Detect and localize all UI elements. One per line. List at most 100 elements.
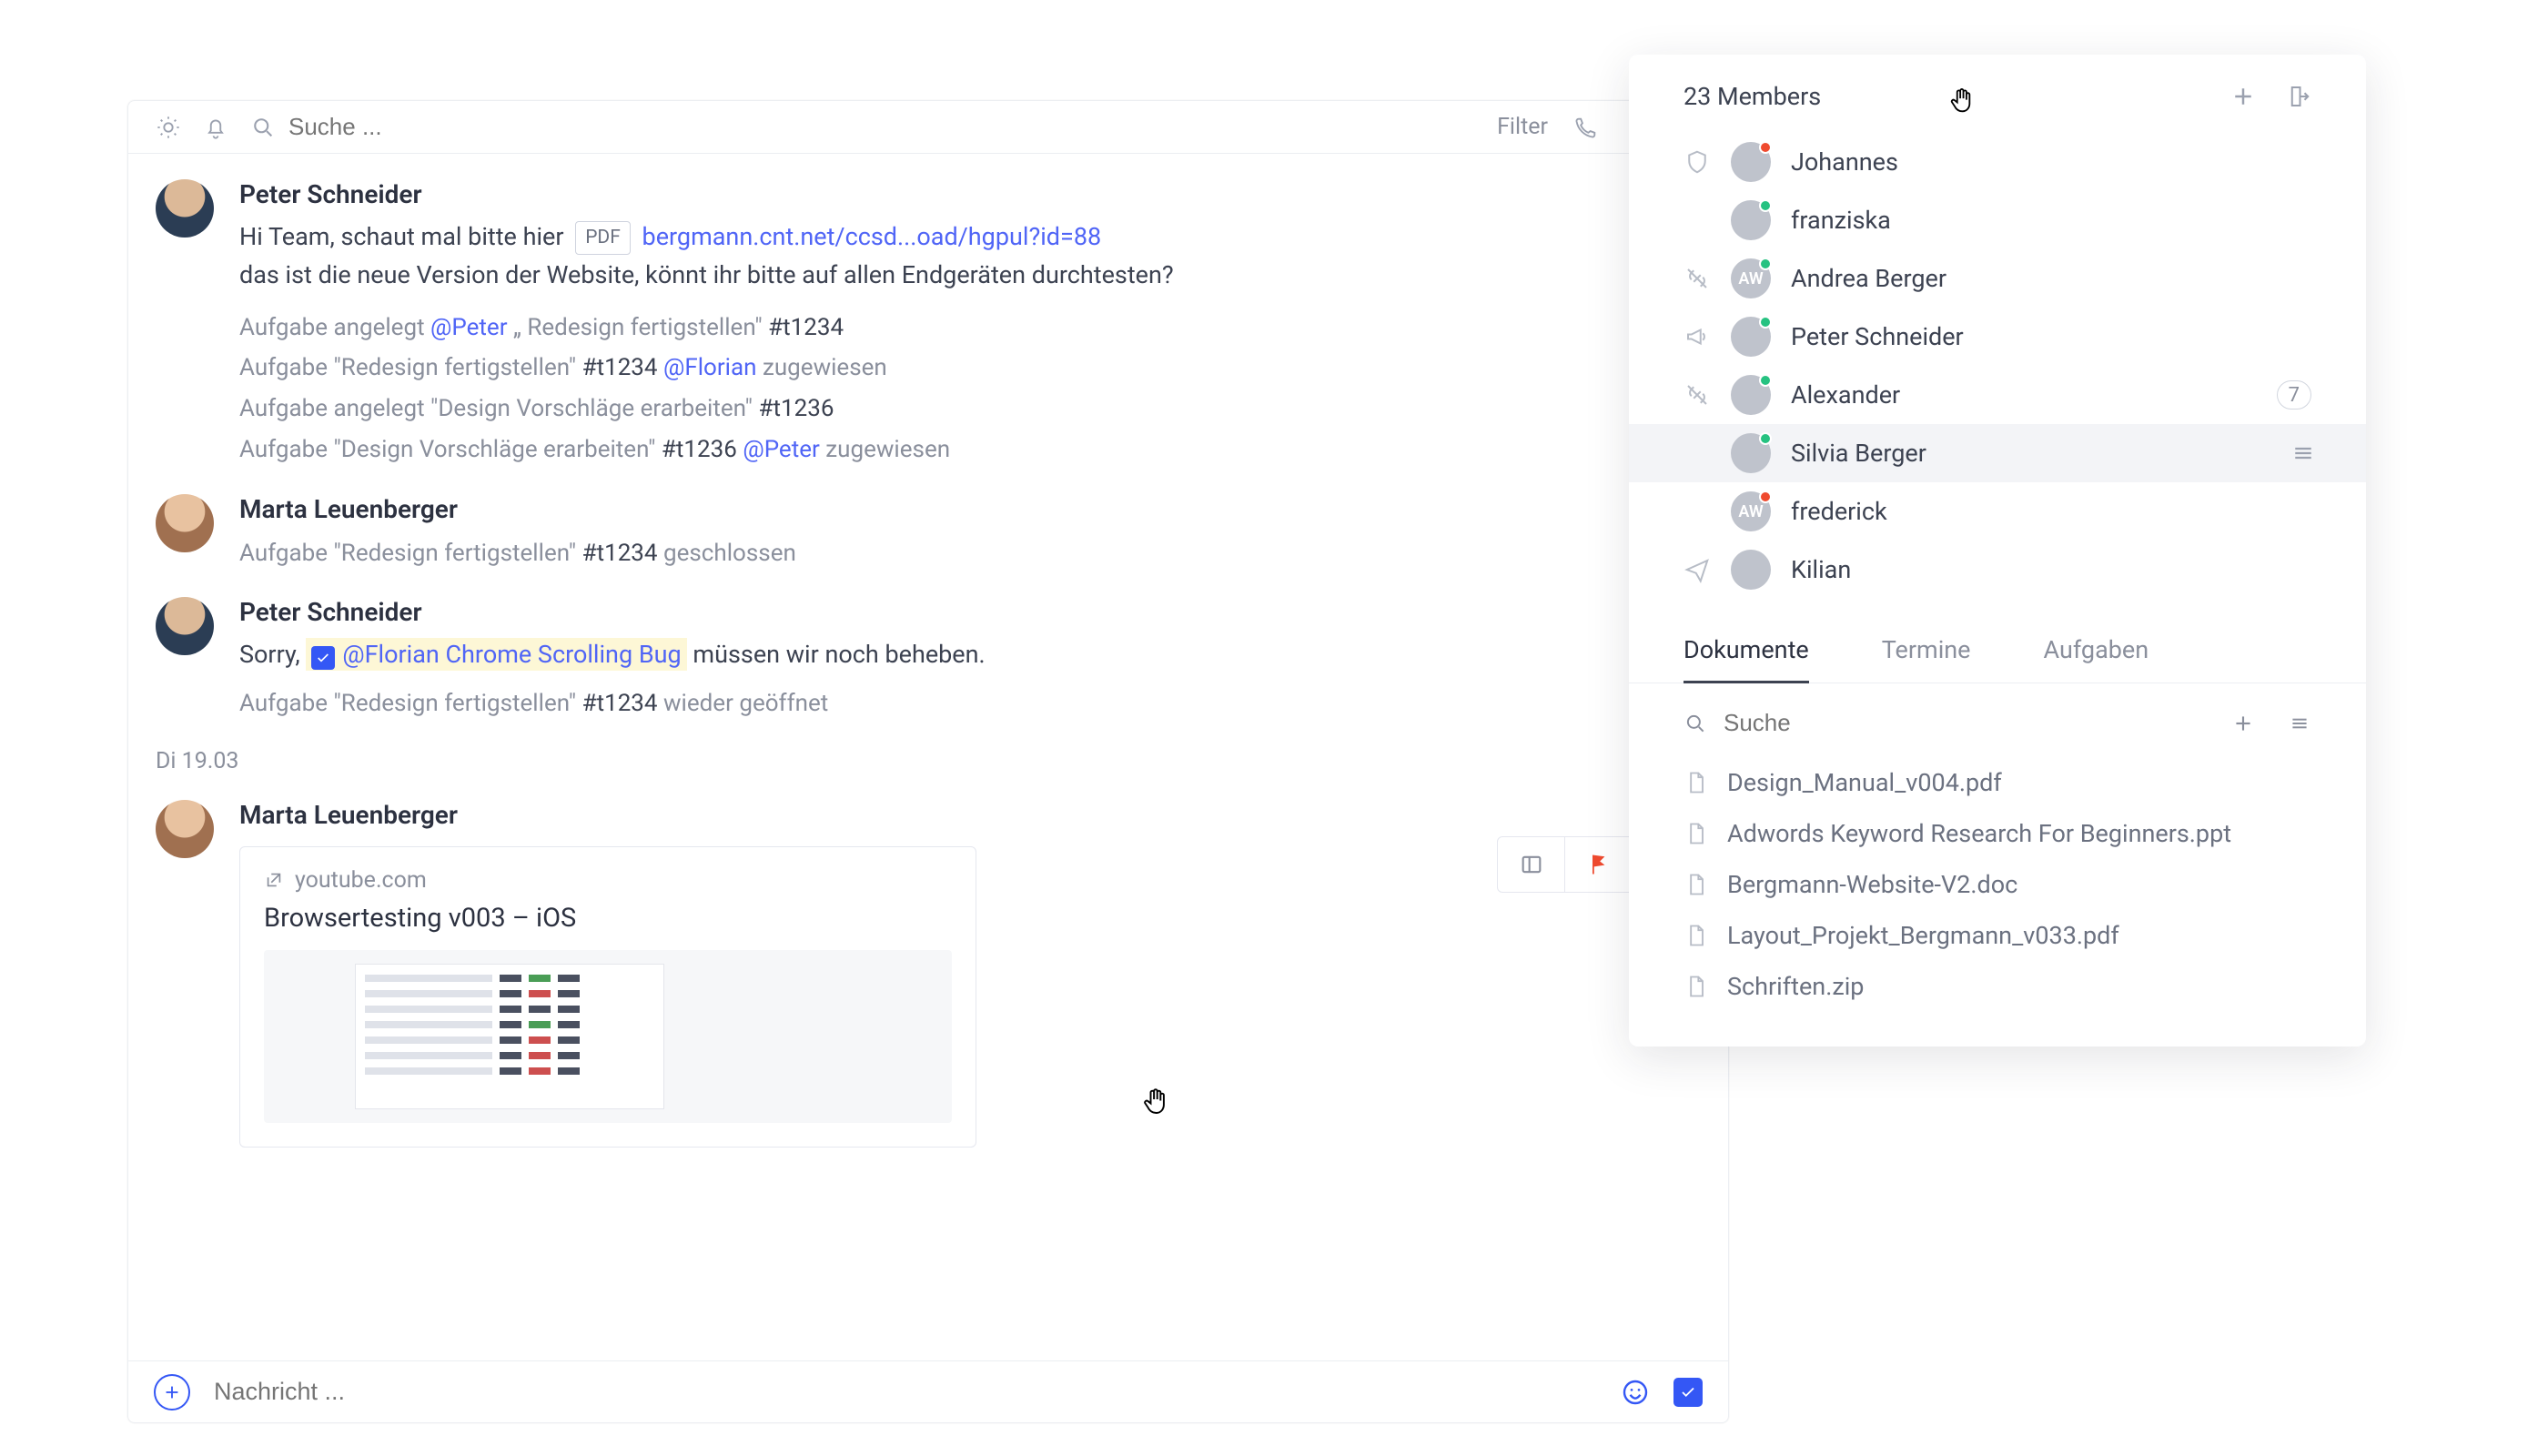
external-link-icon bbox=[264, 870, 284, 890]
add-doc-button[interactable] bbox=[2231, 712, 2255, 735]
search-icon bbox=[1684, 712, 1707, 735]
mention[interactable]: @Peter bbox=[430, 314, 507, 341]
message: Marta Leuenberger youtube.com Browsertes… bbox=[156, 800, 1701, 1148]
task-tag[interactable]: #t1236 bbox=[758, 395, 834, 422]
doc-item[interactable]: Adwords Keyword Research For Beginners.p… bbox=[1684, 808, 2311, 859]
phone-icon[interactable] bbox=[1573, 115, 1599, 140]
task-tag[interactable]: #t1234 bbox=[582, 354, 658, 381]
filter-button[interactable]: Filter bbox=[1497, 114, 1548, 140]
member-name: franziska bbox=[1791, 206, 2311, 235]
member-menu-button[interactable] bbox=[2290, 440, 2317, 467]
add-button[interactable] bbox=[154, 1374, 190, 1410]
task-tag[interactable]: #t1234 bbox=[582, 540, 658, 567]
avatar[interactable] bbox=[156, 179, 214, 238]
search-field[interactable] bbox=[250, 113, 1475, 141]
member-row[interactable]: franziska bbox=[1629, 191, 2366, 249]
member-row[interactable]: AWfrederick bbox=[1629, 482, 2366, 541]
task-highlight[interactable]: @Florian Chrome Scrolling Bug bbox=[306, 638, 686, 671]
member-row[interactable]: Peter Schneider bbox=[1629, 308, 2366, 366]
member-name: Silvia Berger bbox=[1791, 439, 2270, 468]
add-member-button[interactable] bbox=[2230, 83, 2257, 110]
avatar: AW bbox=[1731, 258, 1771, 298]
doc-name: Adwords Keyword Research For Beginners.p… bbox=[1727, 819, 2231, 848]
role-icon bbox=[1684, 207, 1711, 234]
panel-action[interactable] bbox=[1498, 837, 1565, 892]
topbar: Filter bbox=[128, 101, 1728, 154]
search-input[interactable] bbox=[288, 113, 470, 141]
task-tag[interactable]: #t1234 bbox=[768, 314, 844, 341]
message-author: Marta Leuenberger bbox=[239, 800, 1701, 830]
file-icon bbox=[1684, 872, 1709, 897]
role-icon bbox=[1684, 148, 1711, 176]
avatar[interactable] bbox=[156, 494, 214, 552]
doc-search bbox=[1629, 683, 2366, 748]
avatar bbox=[1731, 433, 1771, 473]
message-author: Peter Schneider bbox=[239, 597, 1701, 627]
message-author: Marta Leuenberger bbox=[239, 494, 1701, 524]
doc-item[interactable]: Layout_Projekt_Bergmann_v033.pdf bbox=[1684, 910, 2311, 961]
bell-icon[interactable] bbox=[203, 115, 228, 140]
role-icon bbox=[1684, 440, 1711, 467]
file-icon bbox=[1684, 923, 1709, 948]
doc-menu-button[interactable] bbox=[2288, 712, 2311, 735]
gear-icon[interactable] bbox=[156, 115, 181, 140]
link-preview[interactable]: youtube.com Browsertesting v003 – iOS bbox=[239, 846, 976, 1148]
members-list: Johannes franziska AW Andrea Berger Peter Sc… bbox=[1629, 133, 2366, 619]
preview-source: youtube.com bbox=[264, 867, 952, 894]
avatar: AW bbox=[1731, 491, 1771, 531]
chat-window: Filter Peter Schneider Hi Team, schaut m… bbox=[127, 100, 1729, 1423]
doc-item[interactable]: Schriften.zip bbox=[1684, 961, 2311, 1012]
flag-action[interactable] bbox=[1565, 837, 1633, 892]
leave-button[interactable] bbox=[2284, 83, 2311, 110]
checkbox-icon bbox=[311, 646, 335, 670]
avatar bbox=[1731, 200, 1771, 240]
activity-line: Aufgabe angelegt "Design Vorschläge erar… bbox=[239, 389, 1701, 430]
tab-appointments[interactable]: Termine bbox=[1882, 619, 1971, 682]
member-name: Peter Schneider bbox=[1791, 322, 2311, 351]
tab-documents[interactable]: Dokumente bbox=[1684, 619, 1809, 683]
member-name: Andrea Berger bbox=[1791, 264, 2311, 293]
member-row[interactable]: Johannes bbox=[1629, 133, 2366, 191]
mention[interactable]: @Peter bbox=[743, 436, 819, 463]
activity-line: Aufgabe "Redesign fertigstellen" #t1234 … bbox=[239, 348, 1701, 389]
task-tag[interactable]: #t1234 bbox=[582, 690, 658, 717]
member-row[interactable]: Kilian bbox=[1629, 541, 2366, 599]
message: Marta Leuenberger Aufgabe "Redesign fert… bbox=[156, 494, 1701, 574]
activity-line: Aufgabe "Design Vorschläge erarbeiten" #… bbox=[239, 430, 1701, 470]
doc-item[interactable]: Bergmann-Website-V2.doc bbox=[1684, 859, 2311, 910]
activity-line: Aufgabe angelegt @Peter „ Redesign ferti… bbox=[239, 308, 1701, 349]
avatar[interactable] bbox=[156, 597, 214, 655]
message-text: Hi Team, schaut mal bitte hier PDF bergm… bbox=[239, 218, 1701, 257]
message: Peter Schneider Hi Team, schaut mal bitt… bbox=[156, 179, 1701, 470]
cursor-icon bbox=[1946, 86, 1977, 116]
avatar bbox=[1731, 142, 1771, 182]
doc-search-input[interactable] bbox=[1724, 709, 2215, 737]
message-link[interactable]: bergmann.cnt.net/ccsd...oad/hgpul?id=88 bbox=[642, 222, 1102, 251]
panel-header: 23 Members bbox=[1629, 82, 2366, 133]
emoji-button[interactable] bbox=[1621, 1378, 1650, 1407]
task-tag[interactable]: #t1236 bbox=[662, 436, 737, 463]
search-icon bbox=[250, 115, 276, 140]
tab-tasks[interactable]: Aufgaben bbox=[2044, 619, 2149, 682]
message-author: Peter Schneider bbox=[239, 179, 1701, 209]
compose-input[interactable] bbox=[214, 1378, 1597, 1406]
members-count: 23 Members bbox=[1684, 82, 2202, 111]
avatar bbox=[1731, 317, 1771, 357]
date-separator: Di 19.03 bbox=[156, 748, 1701, 774]
role-icon bbox=[1684, 556, 1711, 583]
role-icon bbox=[1684, 323, 1711, 350]
mention[interactable]: @Florian bbox=[663, 354, 757, 381]
members-panel: 23 Members Johannes franziska AW Andrea Ber… bbox=[1629, 55, 2366, 1046]
pdf-chip[interactable]: PDF bbox=[575, 221, 631, 255]
doc-item[interactable]: Design_Manual_v004.pdf bbox=[1684, 757, 2311, 808]
send-button[interactable] bbox=[1673, 1378, 1703, 1407]
member-name: Kilian bbox=[1791, 555, 2311, 584]
avatar[interactable] bbox=[156, 800, 214, 858]
member-row[interactable]: AW Andrea Berger bbox=[1629, 249, 2366, 308]
avatar bbox=[1731, 375, 1771, 415]
preview-title: Browsertesting v003 – iOS bbox=[264, 903, 952, 934]
role-icon bbox=[1684, 265, 1711, 292]
member-row[interactable]: Silvia Berger bbox=[1629, 424, 2366, 482]
member-row[interactable]: Alexander7 bbox=[1629, 366, 2366, 424]
file-icon bbox=[1684, 974, 1709, 999]
